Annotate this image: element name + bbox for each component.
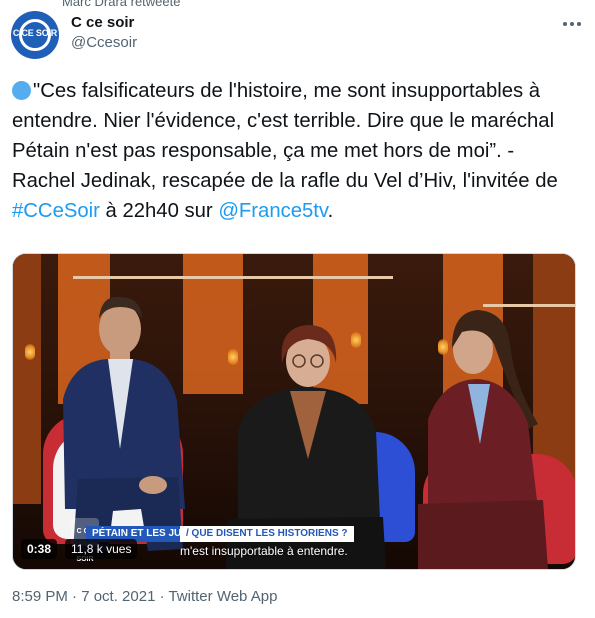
- video-player[interactable]: C CE SOIR PÉTAIN ET LES JUIFS / QUE DISE…: [12, 253, 576, 570]
- studio-shelf: [73, 276, 393, 279]
- tweet-text-part2: à 22h40 sur: [99, 200, 219, 222]
- tweet-text: "Ces falsificateurs de l'histoire, me so…: [12, 76, 582, 226]
- video-duration: 0:38: [21, 539, 58, 559]
- studio-lamp: [25, 344, 35, 360]
- display-name[interactable]: C ce soir: [71, 14, 134, 31]
- mention-link[interactable]: @France5tv: [218, 200, 327, 222]
- hashtag-link[interactable]: #CCeSoir: [12, 200, 100, 222]
- user-handle[interactable]: @Ccesoir: [71, 34, 137, 51]
- topic-question: / QUE DISENT LES HISTORIENS ?: [180, 526, 354, 542]
- more-options-icon[interactable]: [560, 14, 584, 34]
- video-subtitle: m'est insupportable à entendre.: [180, 544, 348, 558]
- host-woman: [418, 310, 548, 569]
- tweet-text-part1: "Ces falsificateurs de l'histoire, me so…: [12, 80, 558, 192]
- blue-circle-icon: [12, 81, 31, 100]
- tweet-timestamp[interactable]: 8:59 PM · 7 oct. 2021 · Twitter Web App: [12, 588, 277, 605]
- avatar[interactable]: C CE SOIR: [11, 11, 59, 59]
- tweet-text-part3: .: [327, 200, 334, 222]
- retweet-context[interactable]: Marc Drara retweeté: [62, 0, 180, 9]
- avatar-logo-text: C CE SOIR: [12, 28, 58, 38]
- studio-pillar: [13, 254, 41, 504]
- video-view-count: 11,8 k vues: [65, 539, 138, 559]
